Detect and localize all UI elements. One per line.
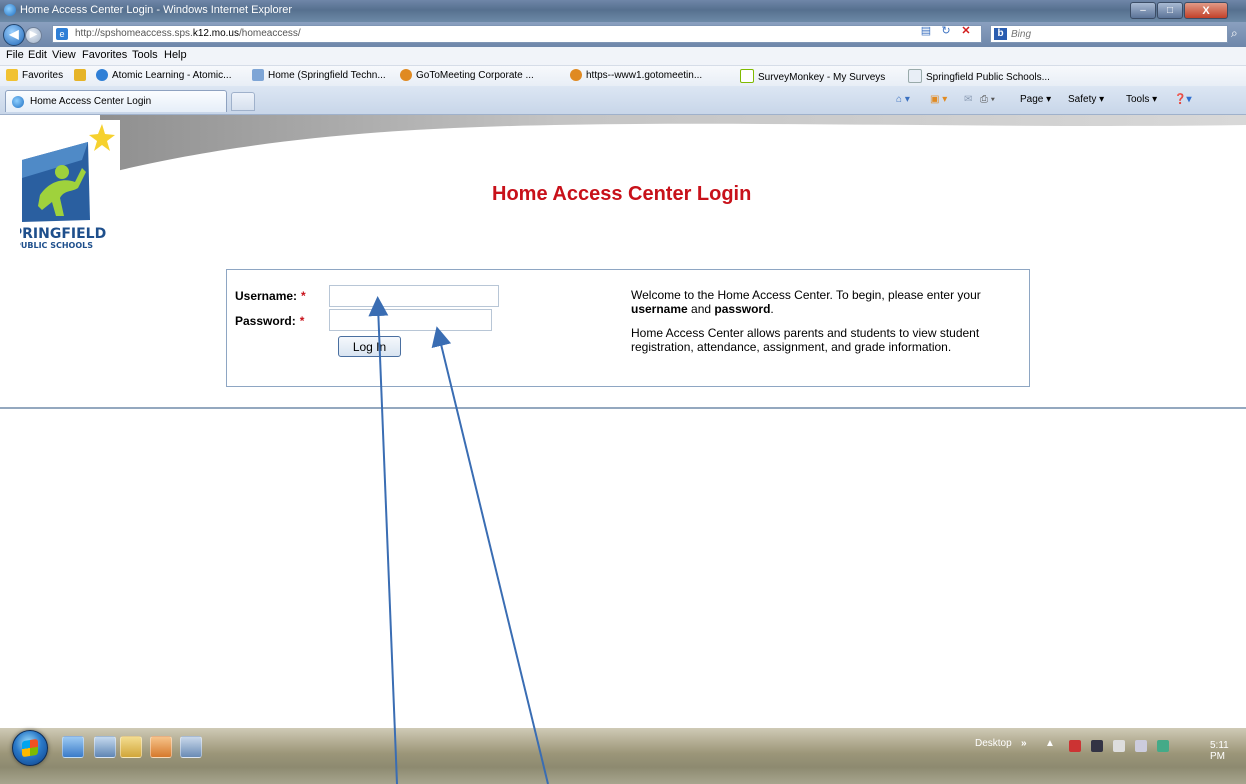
stop-icon[interactable]: ✕ (958, 24, 974, 38)
menu-help[interactable]: Help (164, 49, 187, 61)
navigation-bar: ◀ ▶ e http://spshomeaccess.sps.k12.mo.us… (0, 22, 1246, 47)
close-window-button[interactable]: X (1184, 2, 1228, 19)
help-icon[interactable]: ❓▾ (1174, 94, 1191, 105)
tools-menu[interactable]: Tools ▾ (1126, 94, 1157, 105)
safety-menu[interactable]: Safety ▾ (1068, 94, 1104, 105)
desktop-toolbar[interactable]: Desktop (975, 738, 1012, 749)
required-marker: * (301, 289, 306, 303)
window-title: Home Access Center Login - Windows Inter… (20, 4, 293, 16)
tray-security-icon[interactable] (1157, 740, 1169, 752)
springfield-public-schools-logo: SPRINGFIELD PUBLIC SCHOOLS (20, 120, 120, 250)
favorite-link-gotomeeting-www1[interactable]: https--www1.gotomeetin... (570, 69, 702, 81)
window-title-bar[interactable]: Home Access Center Login - Windows Inter… (0, 0, 1246, 22)
menu-view[interactable]: View (52, 49, 76, 61)
favorite-link-atomic-learning[interactable]: Atomic Learning - Atomic... (96, 69, 232, 81)
refresh-icon[interactable]: ↻ (938, 24, 954, 38)
home-icon[interactable]: ⌂ ▾ (896, 94, 910, 105)
menu-bar: File Edit View Favorites Tools Help (0, 47, 1246, 66)
mail-icon[interactable]: ✉ (964, 94, 972, 105)
menu-favorites[interactable]: Favorites (82, 49, 127, 61)
favorite-link-springfield-public-schools[interactable]: Springfield Public Schools... (908, 69, 1050, 83)
tray-app-icon[interactable] (1069, 740, 1081, 752)
tray-action-center-icon[interactable] (1135, 740, 1147, 752)
taskbar-app-icon[interactable] (150, 736, 172, 758)
page-favicon-icon: e (56, 28, 68, 40)
bing-icon: b (994, 28, 1007, 40)
minimize-button[interactable]: ‒ (1130, 2, 1156, 19)
logo-text-springfield: SPRINGFIELD (20, 226, 106, 242)
favorites-star-icon (6, 69, 18, 81)
internet-explorer-icon (4, 4, 16, 16)
page-title: Home Access Center Login (492, 183, 752, 205)
logo-text-public-schools: PUBLIC SCHOOLS (20, 241, 93, 250)
tray-volume-icon[interactable] (1113, 740, 1125, 752)
windows-taskbar: Desktop » ▲ 5:11 PM (0, 728, 1246, 784)
tab-favicon-icon (12, 96, 24, 108)
menu-tools[interactable]: Tools (132, 49, 158, 61)
favorite-link-surveymonkey[interactable]: SurveyMonkey - My Surveys (740, 69, 885, 83)
start-button[interactable] (12, 730, 48, 766)
login-panel: Username: * Password: * Log In Welcome to … (226, 269, 1030, 387)
windows-logo-icon (22, 738, 38, 758)
menu-edit[interactable]: Edit (28, 49, 47, 61)
taskbar-folder-icon[interactable] (120, 736, 142, 758)
taskbar-clock[interactable]: 5:11 PM (1210, 740, 1246, 762)
search-input[interactable] (1011, 27, 1191, 41)
username-input[interactable] (329, 285, 499, 307)
login-button[interactable]: Log In (338, 336, 401, 357)
welcome-paragraph: Welcome to the Home Access Center. To be… (631, 288, 981, 316)
address-dropdown-icon[interactable]: ▾ (900, 24, 916, 38)
search-icon[interactable]: ⌕ (1231, 26, 1245, 42)
address-field[interactable]: e http://spshomeaccess.sps.k12.mo.us/hom… (52, 25, 982, 43)
password-input[interactable] (329, 309, 492, 331)
add-to-favorites-icon[interactable] (74, 69, 90, 81)
tray-network-icon[interactable] (1091, 740, 1103, 752)
maximize-button[interactable]: □ (1157, 2, 1183, 19)
username-label: Username: * (235, 289, 306, 303)
back-button[interactable]: ◀ (3, 24, 25, 46)
forward-button[interactable]: ▶ (25, 27, 42, 44)
show-hidden-icons-button[interactable]: ▲ (1045, 738, 1055, 749)
feeds-icon[interactable]: ▣ ▾ (930, 94, 947, 105)
taskbar-ie-icon[interactable] (62, 736, 84, 758)
web-page: SPRINGFIELD PUBLIC SCHOOLS Home Access C… (0, 115, 1246, 728)
info-paragraph: Home Access Center allows parents and st… (631, 326, 980, 354)
tab-home-access-center-login[interactable]: Home Access Center Login (5, 90, 227, 112)
toolbar-overflow-button[interactable]: » (1021, 738, 1027, 749)
welcome-text: Welcome to the Home Access Center. To be… (631, 288, 1011, 364)
search-box[interactable]: b (990, 25, 1228, 43)
address-url[interactable]: http://spshomeaccess.sps.k12.mo.us/homea… (75, 28, 301, 39)
page-menu[interactable]: Page ▾ (1020, 94, 1051, 105)
favorites-button[interactable]: Favorites (6, 69, 63, 81)
print-icon[interactable]: ⎙ ▾ (980, 94, 995, 105)
header-swoosh (100, 115, 1246, 175)
favorite-link-gotomeeting[interactable]: GoToMeeting Corporate ... (400, 69, 534, 81)
favorite-link-springfield-tech[interactable]: Home (Springfield Techn... (252, 69, 386, 81)
new-tab-button[interactable] (231, 92, 255, 111)
tab-bar: Home Access Center Login ⌂ ▾ ▣ ▾ ✉ ⎙ ▾ P… (0, 86, 1246, 115)
required-marker: * (299, 314, 305, 328)
password-label: Password: * (235, 314, 305, 328)
tab-label: Home Access Center Login (30, 96, 152, 107)
menu-file[interactable]: File (6, 49, 24, 61)
content-divider (0, 407, 1246, 409)
favorites-bar: Favorites Atomic Learning - Atomic... Ho… (0, 66, 1246, 87)
compatibility-view-icon[interactable]: ▤ (918, 24, 934, 38)
taskbar-explorer-icon[interactable] (94, 736, 116, 758)
taskbar-window-icon[interactable] (180, 736, 202, 758)
